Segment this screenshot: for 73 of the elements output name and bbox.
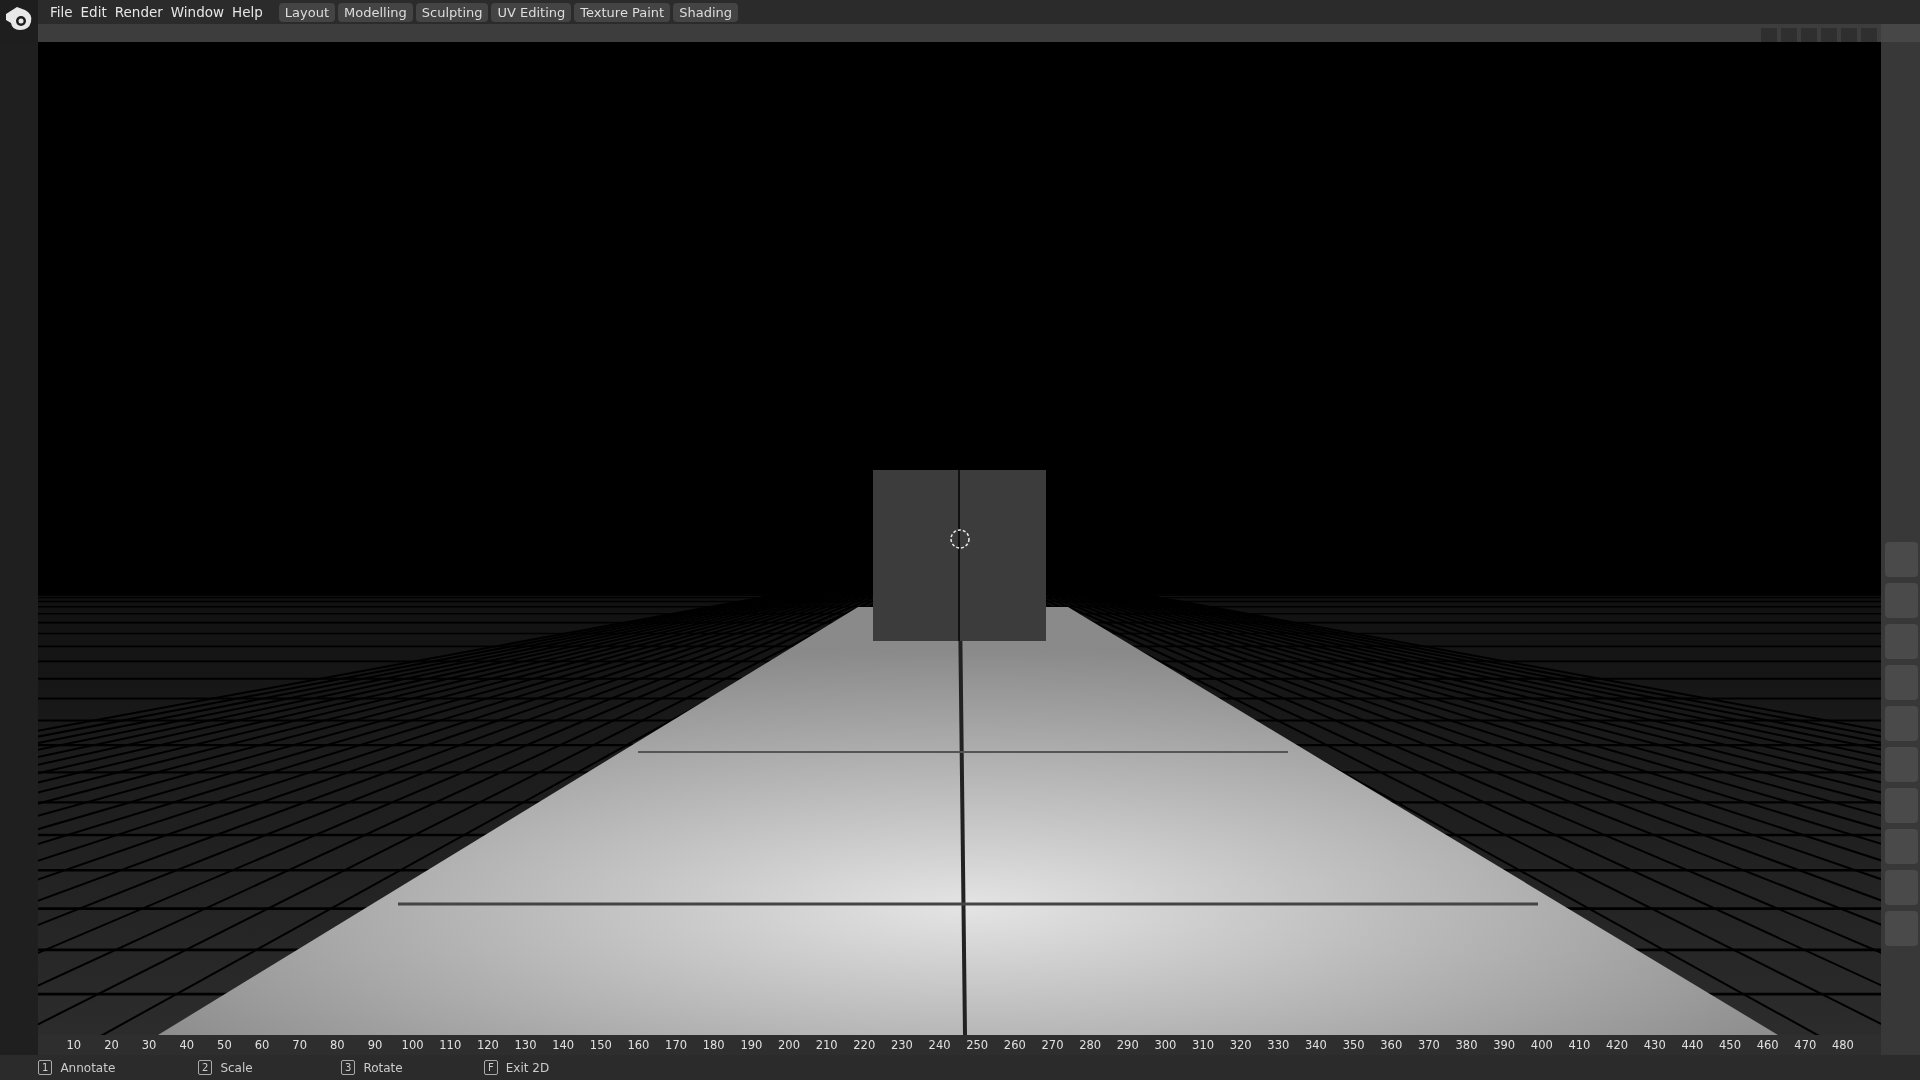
frame-number: 310 [1191,1038,1215,1052]
frame-number: 350 [1341,1038,1366,1052]
menu-item[interactable]: Window [166,4,229,20]
frame-number: 270 [1040,1038,1065,1052]
toolbar-button[interactable] [1821,28,1837,42]
frame-number: 150 [588,1038,613,1052]
frame-number: 390 [1492,1038,1517,1052]
toolbar-button[interactable] [1841,28,1857,42]
frame-number: 370 [1416,1038,1441,1052]
status-label: Annotate [60,1060,116,1075]
status-label: Scale [220,1060,253,1075]
frame-number: 90 [366,1038,384,1052]
frame-number: 300 [1153,1038,1178,1052]
frame-number: 360 [1379,1038,1404,1052]
toolbar-button[interactable] [1761,28,1777,42]
frame-number: 260 [1002,1038,1027,1052]
frame-number: 130 [513,1038,538,1052]
toolbar-button[interactable] [1781,28,1797,42]
frame-number: 30 [140,1038,158,1052]
toolbar-button[interactable] [1861,28,1877,42]
workspace-tab[interactable]: Modelling [338,2,413,22]
frame-number: 330 [1266,1038,1291,1052]
frame-number: 320 [1228,1038,1253,1052]
workspace-tab[interactable]: UV Editing [491,2,572,22]
frame-number: 190 [739,1038,764,1052]
frame-number: 250 [965,1038,990,1052]
menu-item[interactable]: File [46,4,77,20]
toolbar-button[interactable] [1801,28,1817,42]
frame-number: 280 [1078,1038,1103,1052]
status-label: Exit 2D [505,1060,550,1075]
frame-number: 450 [1718,1038,1742,1052]
status-label: Rotate [363,1060,403,1075]
frame-number: 70 [291,1038,308,1052]
frame-number: 440 [1680,1038,1705,1052]
frame-number: 480 [1830,1038,1855,1052]
frame-number: 60 [253,1038,271,1052]
frame-number: 240 [927,1038,952,1052]
frame-number: 40 [178,1038,196,1052]
frame-number: 110 [438,1038,463,1052]
frame-number: 210 [814,1038,839,1052]
frame-number: 80 [329,1038,346,1052]
workspace-tab[interactable]: Layout [278,2,336,22]
frame-number: 50 [216,1038,233,1052]
frame-number: 230 [889,1038,914,1052]
frame-number: 410 [1567,1038,1592,1052]
frame-number: 180 [701,1038,726,1052]
frame-number: 460 [1755,1038,1780,1052]
workspace-tab[interactable]: Texture Paint [574,2,671,22]
workspace-tab[interactable]: Sculpting [415,2,489,22]
frame-number: 200 [777,1038,801,1052]
frame-number: 430 [1642,1038,1667,1052]
frame-number: 220 [852,1038,877,1052]
frame-number: 10 [65,1038,83,1052]
frame-number: 420 [1605,1038,1630,1052]
frame-number: 140 [551,1038,576,1052]
menu-item[interactable]: Render [110,4,167,20]
frame-number: 170 [664,1038,689,1052]
frame-number: 380 [1454,1038,1479,1052]
frame-number: 290 [1115,1038,1140,1052]
frame-number: 160 [626,1038,651,1052]
menu-item[interactable]: Edit [76,4,111,20]
frame-number: 120 [475,1038,500,1052]
frame-number: 340 [1304,1038,1328,1052]
key-hint: 3 [341,1060,356,1075]
key-hint: F [484,1060,498,1075]
frame-number: 470 [1793,1038,1818,1052]
key-hint: 2 [198,1060,213,1075]
frame-number: 100 [400,1038,425,1052]
frame-number: 20 [103,1038,120,1052]
frame-number: 400 [1529,1038,1554,1052]
key-hint: 1 [38,1060,53,1075]
workspace-tab[interactable]: Shading [673,2,738,22]
menu-item[interactable]: Help [228,4,267,20]
